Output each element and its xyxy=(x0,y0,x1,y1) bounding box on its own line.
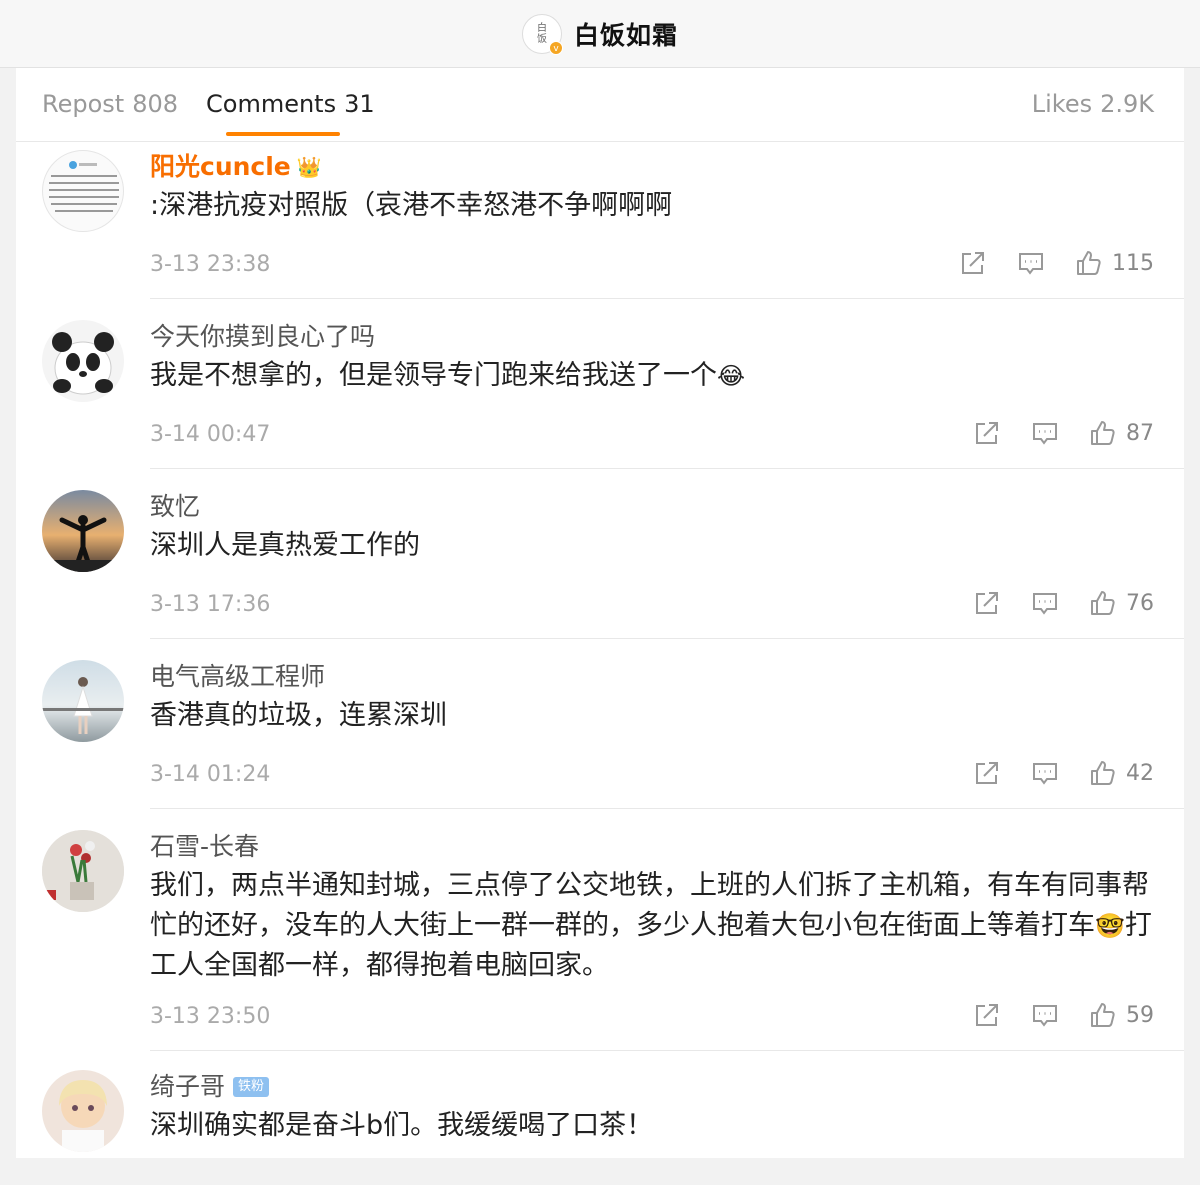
like-button[interactable]: 87 xyxy=(1088,418,1154,448)
avatar[interactable] xyxy=(42,830,124,912)
commenter-name[interactable]: 电气高级工程师 xyxy=(150,660,325,694)
avatar[interactable] xyxy=(42,1070,124,1152)
comment-time: 3-13 23:50 xyxy=(150,1004,271,1029)
page-title: 白饭如霜 xyxy=(573,20,678,50)
tab-comments-count: 31 xyxy=(344,90,375,118)
comment-time: 3-14 01:24 xyxy=(150,762,271,787)
commenter-name[interactable]: 今天你摸到良心了吗 xyxy=(150,320,375,354)
comment-text: 深圳确实都是奋斗b们。我缓缓喝了口茶！ xyxy=(150,1110,654,1141)
nerd-emoji-icon: 🤓 xyxy=(1095,912,1125,940)
avatar[interactable] xyxy=(42,150,124,232)
comment-icon[interactable] xyxy=(1016,248,1046,278)
share-icon[interactable] xyxy=(972,1000,1002,1030)
comment-icon[interactable] xyxy=(1030,758,1060,788)
tab-comments-label: Comments xyxy=(206,90,337,118)
share-icon[interactable] xyxy=(972,758,1002,788)
thumbs-up-icon xyxy=(1091,421,1115,445)
vip-crown-icon: 👑 xyxy=(296,155,322,179)
like-button[interactable]: 42 xyxy=(1088,758,1154,788)
share-icon[interactable] xyxy=(972,418,1002,448)
thumbs-up-icon xyxy=(1091,761,1115,785)
thumbs-up-icon xyxy=(1091,591,1115,615)
tab-comments[interactable]: Comments 31 xyxy=(206,90,375,136)
laugh-cry-emoji-icon: 😂 xyxy=(717,362,746,390)
divider xyxy=(150,468,1184,469)
commenter-name[interactable]: 致忆 xyxy=(150,490,200,524)
comment-icon[interactable] xyxy=(1030,418,1060,448)
page-header: 白 饭 v 白饭如霜 xyxy=(0,0,1200,68)
divider xyxy=(150,808,1184,809)
divider xyxy=(150,1050,1184,1051)
avatar[interactable] xyxy=(42,490,124,572)
tab-likes-count: 2.9K xyxy=(1100,90,1154,118)
comment-time: 3-13 23:38 xyxy=(150,252,271,277)
commenter-name[interactable]: 阳光cuncle xyxy=(150,150,291,184)
like-count: 115 xyxy=(1112,250,1154,276)
comment-icon[interactable] xyxy=(1030,1000,1060,1030)
active-tab-indicator xyxy=(226,132,340,136)
comment-text: :深港抗疫对照版（哀港不幸怒港不争啊啊啊 xyxy=(150,190,673,221)
like-count: 59 xyxy=(1126,1002,1154,1028)
divider xyxy=(150,298,1184,299)
comment-text: 我是不想拿的，但是领导专门跑来给我送了一个 xyxy=(150,360,717,391)
comments-card: Repost 808 Comments 31 Likes 2.9K 阳光cuncle xyxy=(16,68,1184,1158)
like-button[interactable]: 59 xyxy=(1088,1000,1154,1030)
comment-time: 3-13 17:36 xyxy=(150,592,271,617)
comment-text: 我们，两点半通知封城，三点停了公交地铁，上班的人们拆了主机箱，有车有同事帮忙的还… xyxy=(150,870,1149,941)
comment-text: 香港真的垃圾，连累深圳 xyxy=(150,700,447,731)
tab-repost-label: Repost xyxy=(42,90,125,118)
like-count: 76 xyxy=(1126,590,1154,616)
tab-likes[interactable]: Likes 2.9K xyxy=(1032,90,1154,118)
avatar-text: 白 饭 xyxy=(536,22,547,45)
commenter-name[interactable]: 绮子哥 xyxy=(150,1070,225,1104)
tab-repost[interactable]: Repost 808 xyxy=(42,90,178,118)
account-avatar[interactable]: 白 饭 v xyxy=(521,13,563,55)
comment-icon[interactable] xyxy=(1030,588,1060,618)
thumbs-up-icon xyxy=(1077,251,1101,275)
like-button[interactable]: 115 xyxy=(1074,248,1154,278)
like-count: 87 xyxy=(1126,420,1154,446)
avatar[interactable] xyxy=(42,320,124,402)
share-icon[interactable] xyxy=(972,588,1002,618)
thumbs-up-icon xyxy=(1091,1003,1115,1027)
verified-badge: v xyxy=(548,40,563,55)
share-icon[interactable] xyxy=(958,248,988,278)
tab-repost-count: 808 xyxy=(132,90,179,118)
tab-likes-label: Likes xyxy=(1031,90,1093,118)
divider xyxy=(150,638,1184,639)
tab-bar: Repost 808 Comments 31 Likes 2.9K xyxy=(16,68,1184,142)
like-button[interactable]: 76 xyxy=(1088,588,1154,618)
avatar[interactable] xyxy=(42,660,124,742)
commenter-name[interactable]: 石雪-长春 xyxy=(150,830,259,864)
comment-text: 深圳人是真热爱工作的 xyxy=(150,530,420,561)
comment-time: 3-14 00:47 xyxy=(150,422,271,447)
like-count: 42 xyxy=(1126,760,1154,786)
fan-badge: 铁粉 xyxy=(233,1077,270,1097)
